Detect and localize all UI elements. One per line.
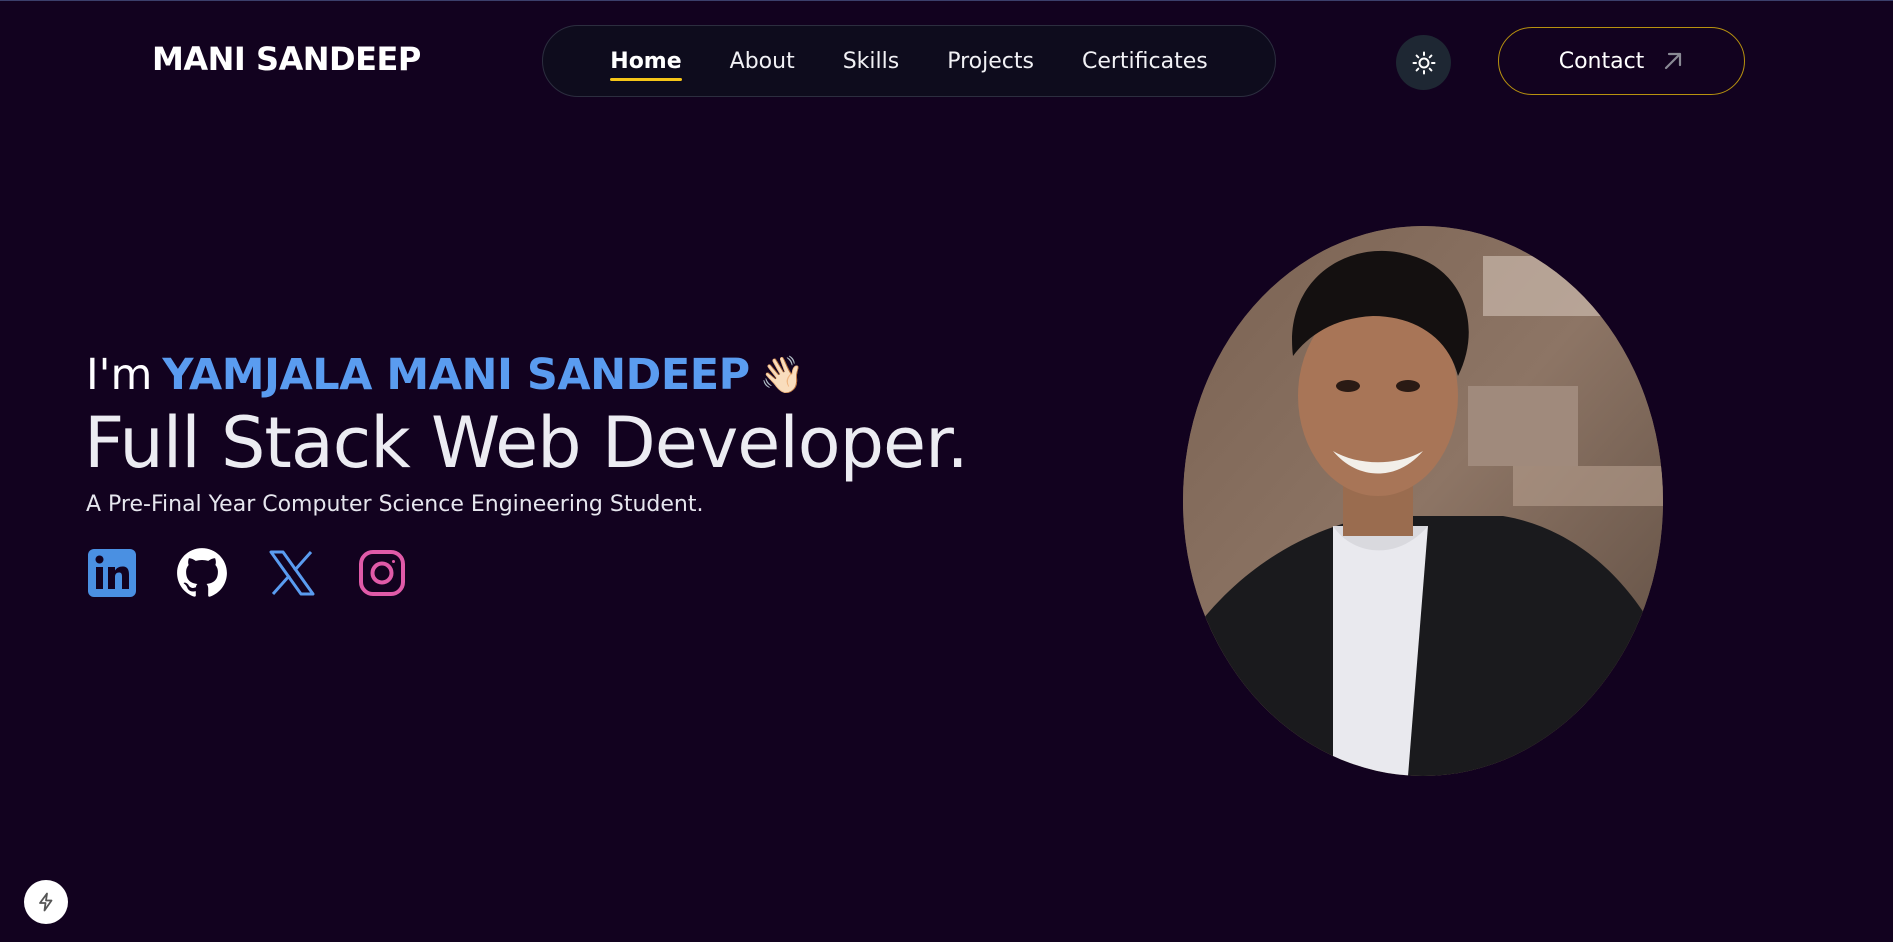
theme-toggle-button[interactable]	[1396, 35, 1451, 90]
hero-name: YAMJALA MANI SANDEEP	[162, 350, 750, 400]
bolt-icon	[39, 892, 53, 912]
nav-item-about[interactable]: About	[706, 49, 819, 74]
x-icon	[269, 550, 315, 596]
intro-line: I'm YAMJALA MANI SANDEEP 👋🏻	[86, 350, 804, 400]
github-icon	[177, 548, 227, 597]
nav-item-home[interactable]: Home	[586, 49, 705, 81]
contact-label: Contact	[1558, 48, 1645, 74]
floating-bolt-button[interactable]	[24, 880, 68, 924]
profile-photo	[1183, 226, 1663, 776]
x-link[interactable]	[266, 547, 318, 599]
hero-subline: A Pre-Final Year Computer Science Engine…	[86, 492, 704, 517]
contact-button[interactable]: Contact	[1498, 27, 1745, 95]
arrow-up-right-icon	[1662, 50, 1684, 72]
instagram-icon	[359, 550, 405, 596]
linkedin-link[interactable]	[86, 547, 138, 599]
social-links	[86, 547, 408, 599]
linkedin-icon	[88, 549, 136, 597]
sun-icon	[1412, 51, 1435, 74]
top-border	[0, 0, 1893, 1]
nav-item-projects[interactable]: Projects	[923, 49, 1058, 74]
github-link[interactable]	[176, 547, 228, 599]
waving-hand-icon: 👋🏻	[759, 355, 805, 396]
nav-item-certificates[interactable]: Certificates	[1058, 49, 1232, 74]
nav-item-skills[interactable]: Skills	[819, 49, 924, 74]
greeting-text: I'm	[86, 350, 153, 400]
instagram-link[interactable]	[356, 547, 408, 599]
portfolio-page: MANI SANDEEP Home About Skills Projects …	[0, 0, 1893, 942]
brand-logo[interactable]: MANI SANDEEP	[152, 40, 421, 78]
main-nav: Home About Skills Projects Certificates	[542, 25, 1276, 97]
hero-headline: Full Stack Web Developer.	[84, 402, 969, 484]
